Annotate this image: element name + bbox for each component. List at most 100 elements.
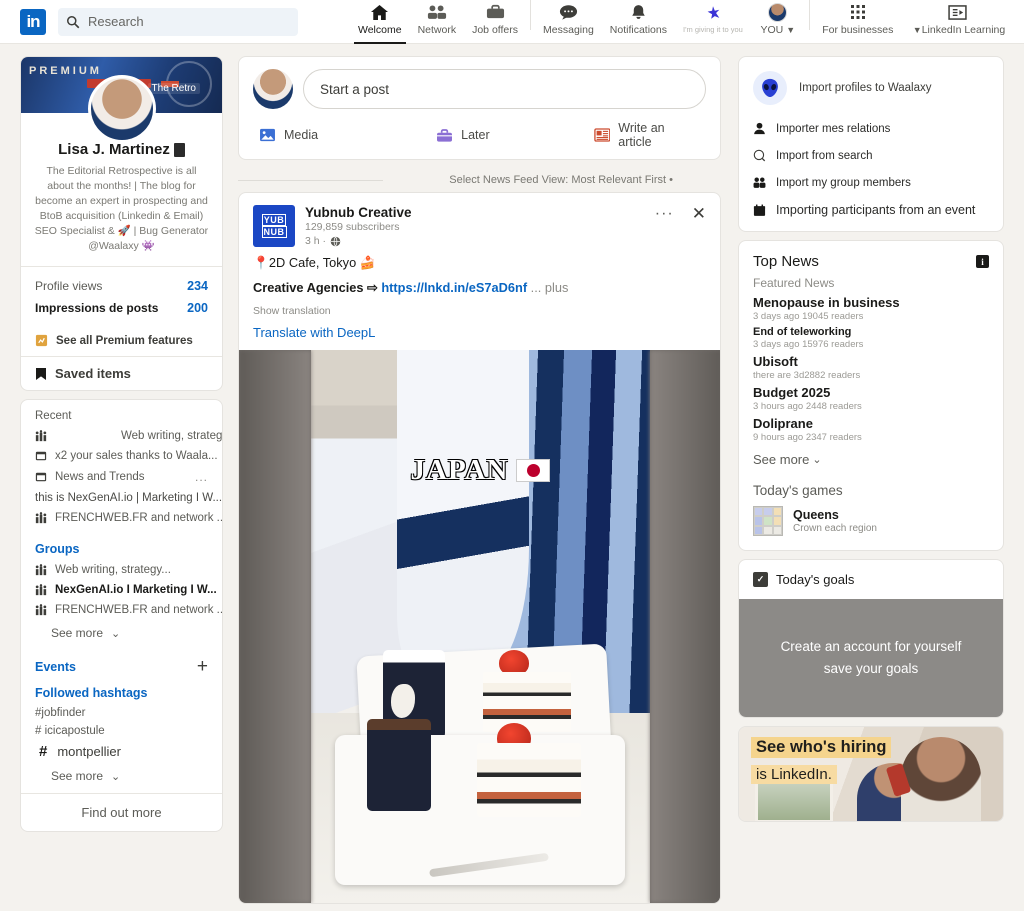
profile-name-row[interactable]: Lisa J. Martinez [33,141,210,158]
recent-item-3[interactable]: this is NexGenAI.io | Marketing I W... [21,488,222,508]
nav-item-welcome[interactable]: Welcome [350,0,410,44]
stat-label: Profile views [35,279,103,293]
nav-item-linkedin-learning[interactable]: ▼ LinkedIn Learning [902,0,1013,44]
news-item-title: Doliprane [753,416,813,431]
add-event-icon[interactable]: + [197,657,208,676]
recent-item-1[interactable]: x2 your sales thanks to Waala... [21,446,222,466]
post-author-logo[interactable]: YUB NUB [253,205,295,247]
stat-post-impressions[interactable]: Impressions de posts 200 [21,297,222,319]
news-item-title: Menopause in business [753,295,900,310]
news-item-title: Ubisoft [753,354,798,369]
nav-item-notifications[interactable]: Notifications [602,0,675,44]
news-item-1[interactable]: End of teleworking 3 days ago 15976 read… [739,323,1003,351]
composer-article-button[interactable]: Write an article [593,121,700,149]
nav-divider-2 [808,0,810,30]
composer-media-button[interactable]: Media [259,121,436,149]
info-icon[interactable]: i [976,255,989,268]
hashtag-item-label: montpellier [57,744,121,759]
bell-icon [630,3,647,22]
recent-item-overflow[interactable]: ... [195,470,208,484]
post-text-line-1: 📍2D Cafe, Tokyo 🍰 [253,255,376,270]
group-item-1[interactable]: NexGenAI.io I Marketing I W... [21,580,222,600]
chevron-down-icon: ⌄ [111,770,121,783]
game-item-queens[interactable]: Queens Crown each region [739,502,1003,550]
hashtags-title[interactable]: Followed hashtags [21,676,222,704]
profile-banner[interactable]: PREMIUM The Retro [21,57,222,143]
nav-item-job-offers[interactable]: Job offers [464,0,526,44]
profile-avatar[interactable] [87,75,156,143]
groups-title[interactable]: Groups [21,528,222,560]
translate-with-deepl-link[interactable]: Translate with DeepL [239,317,720,350]
news-item-3[interactable]: Budget 2025 3 hours ago 2448 readers [739,382,1003,413]
post-more-menu-button[interactable]: ··· [655,206,674,222]
todays-goals-body[interactable]: Create an account for yourself save your… [739,599,1003,717]
group-icon [35,604,47,616]
composer-later-label: Later [461,128,490,142]
recent-item-label: this is NexGenAI.io | Marketing I W... [35,492,222,504]
groups-see-more-button[interactable]: See more ⌄ [21,620,222,650]
post-image-blur-left [239,350,311,903]
nav-item-giveaway[interactable]: I'm giving it to you [675,0,751,44]
nav-item-messaging[interactable]: Messaging [535,0,602,44]
feed-sort-selector[interactable]: Select News Feed View: Most Relevant Fir… [238,168,721,192]
waalaxy-item-import-group-members[interactable]: Import my group members [739,169,1003,196]
waalaxy-item-import-event-participants[interactable]: Importing participants from an event [739,196,1003,231]
waalaxy-item-import-relations[interactable]: Importer mes relations [739,115,1003,142]
news-item-4[interactable]: Doliprane 9 hours ago 2347 readers [739,413,1003,444]
post-logo-line2: NUB [261,226,287,238]
person-icon [754,122,765,135]
recent-title: Recent [35,410,72,422]
feed-sort-label: Select News Feed View: Most Relevant Fir… [449,174,673,186]
premium-badge-icon [173,142,185,157]
recent-item-4[interactable]: FRENCHWEB.FR and network ... [21,508,222,528]
composer-avatar[interactable] [253,69,293,109]
hashtags-see-more-button[interactable]: See more ⌄ [21,763,222,793]
nav-item-for-businesses[interactable]: For businesses [814,0,902,44]
recent-item-2[interactable]: News and Trends ... [21,466,222,488]
premium-features-link[interactable]: See all Premium features [21,325,222,356]
post-image-cake-upper [483,672,571,732]
recent-item-0[interactable]: Web writing, strategy... [21,426,222,446]
waalaxy-item-label: Import from search [776,149,873,162]
recent-item-label: FRENCHWEB.FR and network ... [55,512,222,524]
hashtag-item-2[interactable]: # montpellier [21,740,222,763]
nav-item-you[interactable]: YOU ▼ [751,0,805,44]
post-controls: ··· ✕ [655,205,706,222]
waalaxy-item-import-from-search[interactable]: Import from search [739,142,1003,169]
composer-media-label: Media [284,128,319,142]
post-image[interactable]: JAPAN [239,350,720,903]
group-item-0[interactable]: Web writing, strategy... [21,560,222,580]
post-author-name[interactable]: Yubnub Creative [305,205,412,220]
find-out-more-button[interactable]: Find out more [21,793,222,831]
waalaxy-item-label: Importing participants from an event [776,203,976,217]
post-header: YUB NUB Yubnub Creative 129,859 subscrib… [239,193,720,247]
top-news-see-more-button[interactable]: See more ⌄ [739,444,1003,471]
post-close-button[interactable]: ✕ [692,205,706,222]
hashtag-item-1[interactable]: # icicapostule [21,722,222,740]
events-row[interactable]: Events + [21,650,222,676]
group-icon [35,512,47,524]
linkedin-logo[interactable]: in [20,8,46,35]
composer-later-button[interactable]: Later [436,121,593,149]
people-icon [427,3,447,22]
hashtag-item-0[interactable]: #jobfinder [21,704,222,722]
calendar-briefcase-icon [437,128,453,142]
group-item-2[interactable]: FRENCHWEB.FR and network ... [21,600,222,620]
nav-label-you: YOU [760,23,784,36]
premium-features-label: See all Premium features [56,334,193,347]
news-item-2[interactable]: Ubisoft there are 3d2882 readers [739,351,1003,382]
post-image-caption: JAPAN [410,454,509,486]
search-input[interactable]: Research [58,7,298,36]
saved-items-link[interactable]: Saved items [21,357,222,390]
nav-label-messaging: Messaging [543,23,594,36]
start-post-input[interactable]: Start a post [303,69,706,109]
hiring-ad-card[interactable]: See who's hiring is LinkedIn. [738,726,1004,822]
search-q-icon [753,149,766,162]
show-translation-link[interactable]: Show translation [239,297,720,317]
stat-profile-views[interactable]: Profile views 234 [21,275,222,297]
nav-item-network[interactable]: Network [410,0,465,44]
news-item-meta: 3 days ago 15976 readers [753,339,864,350]
post-text-more[interactable]: ... plus [527,280,569,295]
news-item-0[interactable]: Menopause in business 3 days ago 19045 r… [739,292,1003,323]
post-link[interactable]: https://lnkd.in/eS7aD6nf [381,280,527,295]
